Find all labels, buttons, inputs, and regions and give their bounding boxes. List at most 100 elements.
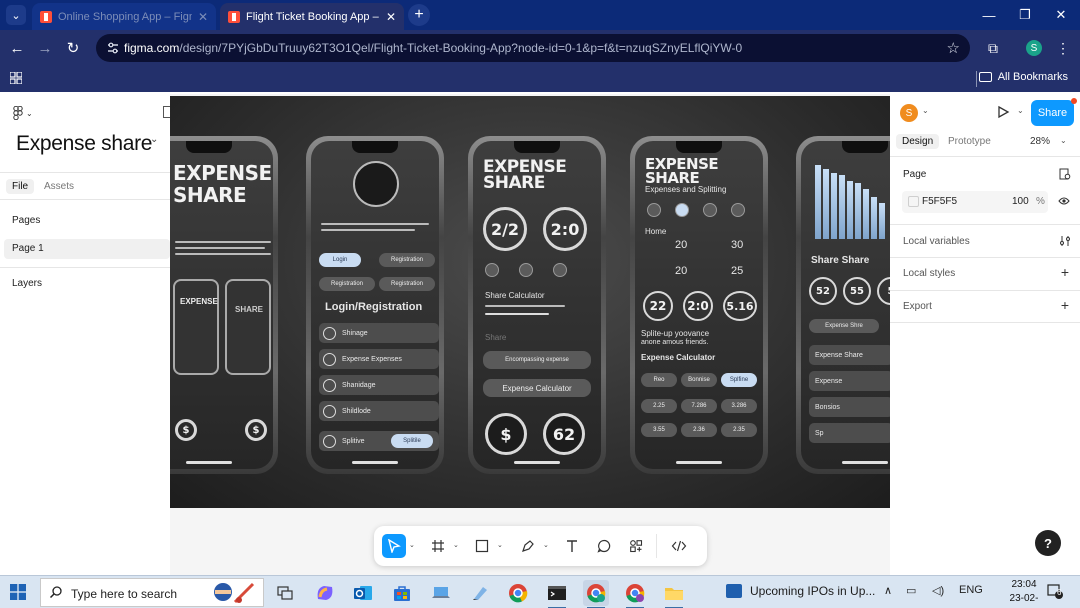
- page-item-page-1[interactable]: Page 1: [4, 239, 170, 259]
- chevron-down-icon[interactable]: ⌄: [453, 541, 459, 549]
- row-label: Bonsios: [815, 403, 840, 411]
- row-label: Shinage: [342, 329, 368, 337]
- tab-flight-ticket[interactable]: Flight Ticket Booking App – Fig ✕: [220, 3, 404, 30]
- tab-search-button[interactable]: ⌄: [6, 5, 26, 25]
- frame-tool-button[interactable]: [426, 534, 450, 558]
- styles-icon[interactable]: [1059, 168, 1071, 180]
- share-button[interactable]: Share: [1031, 100, 1074, 126]
- menu-row: Shildlode: [319, 401, 439, 421]
- canvas[interactable]: EXPENSE SHARE EXPENSE SHARE $ $ Login Re…: [170, 94, 890, 575]
- bookmark-star-icon[interactable]: ☆: [947, 39, 960, 57]
- copilot-icon[interactable]: [312, 580, 338, 606]
- back-button[interactable]: ←: [6, 37, 28, 59]
- figma-favicon-icon: [40, 10, 52, 23]
- chrome-profile-icon[interactable]: [622, 580, 648, 608]
- user-avatar[interactable]: S: [900, 104, 918, 122]
- laptop-app-icon[interactable]: [428, 580, 454, 606]
- browser-toolbar: ← → ↻ figma.com/design/7PYjGbDuTruuy62T3…: [0, 30, 1080, 66]
- fill-opacity[interactable]: 100: [1012, 196, 1029, 207]
- fill-hex[interactable]: F5F5F5: [922, 196, 957, 207]
- tab-design[interactable]: Design: [896, 134, 940, 149]
- tab-assets[interactable]: Assets: [38, 179, 80, 194]
- home-label: Home: [645, 227, 667, 236]
- tab-close-icon[interactable]: ✕: [198, 10, 208, 24]
- move-tool-button[interactable]: [382, 534, 406, 558]
- reload-button[interactable]: ↻: [62, 37, 84, 59]
- chevron-down-icon[interactable]: ⌄: [543, 541, 549, 549]
- volume-icon[interactable]: ◁): [932, 584, 944, 597]
- file-menu-chevron-icon[interactable]: ⌄: [150, 134, 158, 145]
- eye-icon[interactable]: [1058, 196, 1070, 206]
- profile-avatar[interactable]: S: [1026, 40, 1042, 56]
- tab-close-icon[interactable]: ✕: [386, 10, 396, 24]
- chevron-down-icon[interactable]: ⌄: [922, 106, 929, 115]
- add-style-plus-icon[interactable]: +: [1061, 264, 1069, 280]
- tab-file[interactable]: File: [6, 179, 35, 194]
- language-indicator[interactable]: ENG: [959, 584, 983, 596]
- pen-tool-button[interactable]: [516, 534, 540, 558]
- terminal-icon[interactable]: [544, 580, 570, 608]
- color-swatch[interactable]: [908, 196, 919, 207]
- sidebar-toggle-icon[interactable]: [163, 106, 170, 118]
- apps-grid-icon[interactable]: [10, 72, 22, 84]
- local-variables-label[interactable]: Local variables: [903, 236, 970, 247]
- row-label: Expense Expenses: [342, 355, 402, 363]
- file-name[interactable]: Expense share: [16, 132, 153, 156]
- zoom-level[interactable]: 28%: [1030, 136, 1050, 147]
- phone-notch: [842, 141, 888, 153]
- new-tab-button[interactable]: +: [408, 4, 430, 26]
- file-explorer-icon[interactable]: [661, 580, 687, 608]
- windows-start-icon[interactable]: [10, 584, 26, 600]
- figma-editor: ⌄ Expense share ⌄ File Assets Pages Page…: [0, 94, 1080, 575]
- divider: [890, 322, 1080, 323]
- variables-adjust-icon[interactable]: [1059, 235, 1071, 247]
- task-view-icon[interactable]: [272, 580, 298, 606]
- mini-title: EXPENSE: [180, 297, 218, 306]
- battery-icon[interactable]: ▭: [906, 584, 916, 597]
- browser-menu-icon[interactable]: ⋮: [1052, 37, 1074, 59]
- calc-title: Share Calculator: [485, 291, 545, 300]
- forward-button[interactable]: →: [34, 37, 56, 59]
- taskbar-search-box[interactable]: Type here to search: [40, 578, 264, 607]
- microsoft-store-icon[interactable]: [389, 580, 415, 606]
- address-bar[interactable]: figma.com/design/7PYjGbDuTruuy62T3O1Qel/…: [96, 34, 970, 62]
- chevron-down-icon[interactable]: ⌄: [409, 541, 415, 549]
- chevron-down-icon[interactable]: ⌄: [1060, 136, 1067, 145]
- shape-tool-button[interactable]: [470, 534, 494, 558]
- notepad-app-icon[interactable]: [467, 580, 493, 606]
- present-play-icon[interactable]: [996, 105, 1010, 119]
- minimize-button[interactable]: —: [970, 0, 1008, 30]
- all-bookmarks-button[interactable]: All Bookmarks: [978, 71, 1068, 83]
- pages-heading: Pages: [12, 215, 41, 226]
- dollar-circle-icon: $: [245, 419, 267, 441]
- tab-online-shopping[interactable]: Online Shopping App – Figma ✕: [32, 3, 216, 30]
- chevron-down-icon[interactable]: ⌄: [497, 541, 503, 549]
- chrome-profile-icon[interactable]: [583, 580, 609, 608]
- chart-bar: [815, 165, 821, 239]
- news-widget[interactable]: Upcoming IPOs in Up...: [726, 584, 875, 598]
- mockup-image[interactable]: EXPENSE SHARE EXPENSE SHARE $ $ Login Re…: [170, 96, 890, 508]
- add-export-plus-icon[interactable]: +: [1061, 297, 1069, 313]
- tab-title: Flight Ticket Booking App – Fig: [246, 10, 380, 23]
- figma-main-menu[interactable]: ⌄: [13, 106, 33, 120]
- outlook-icon[interactable]: [350, 580, 376, 606]
- site-settings-icon[interactable]: [106, 41, 120, 55]
- field-label: Share: [485, 333, 507, 342]
- close-window-button[interactable]: ✕: [1042, 0, 1080, 30]
- tab-prototype[interactable]: Prototype: [942, 134, 997, 149]
- register-pill: Registration: [379, 253, 435, 267]
- chart-bar: [839, 175, 845, 239]
- show-hidden-icons-chevron-icon[interactable]: ∧: [884, 584, 892, 597]
- system-clock[interactable]: 23:04 23-02-2025: [1000, 578, 1048, 608]
- extensions-icon[interactable]: ⧉: [982, 37, 1004, 59]
- chevron-down-icon[interactable]: ⌄: [1017, 106, 1024, 115]
- chrome-icon[interactable]: [505, 580, 531, 606]
- page-fill-field[interactable]: F5F5F5 100 %: [902, 191, 1048, 213]
- help-button[interactable]: ?: [1035, 530, 1061, 556]
- actions-button[interactable]: [624, 534, 648, 558]
- option-pill: Splfine: [721, 373, 757, 387]
- dev-mode-button[interactable]: [664, 534, 694, 558]
- comment-tool-button[interactable]: [592, 534, 616, 558]
- restore-button[interactable]: ❐: [1006, 0, 1044, 30]
- text-tool-button[interactable]: [560, 534, 584, 558]
